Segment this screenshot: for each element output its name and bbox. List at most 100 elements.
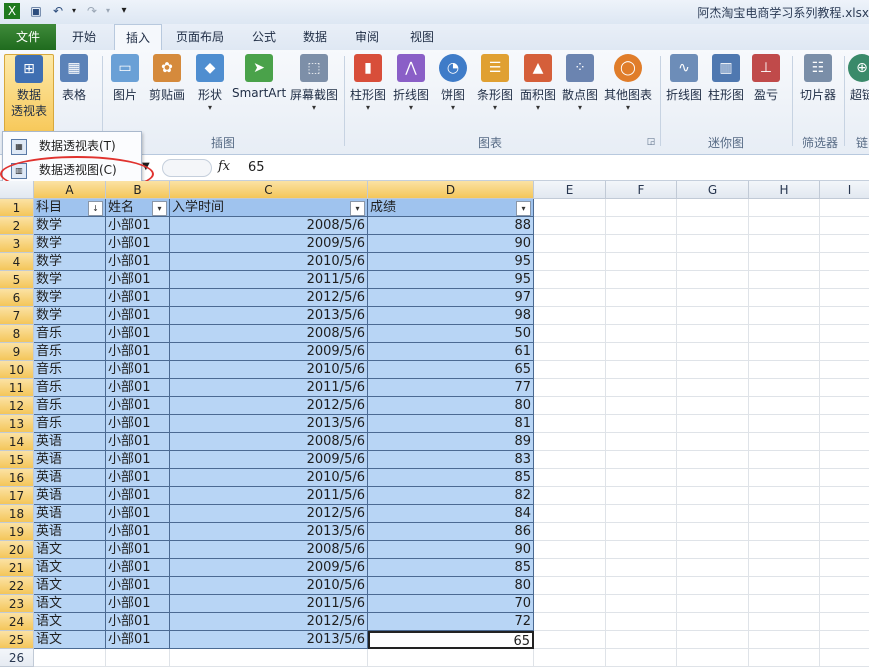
empty-cell[interactable] (534, 199, 606, 217)
pie-chart-button[interactable]: ◔ 饼图 ▾ (436, 54, 470, 113)
empty-cell[interactable] (820, 631, 869, 649)
row-header[interactable]: 26 (0, 649, 34, 667)
table-cell[interactable]: 数学 (34, 271, 106, 289)
table-cell[interactable]: 65 (368, 361, 534, 379)
tab-1[interactable]: 开始 (60, 24, 108, 50)
empty-cell[interactable] (820, 559, 869, 577)
empty-cell[interactable] (749, 199, 820, 217)
table-cell[interactable]: 数学 (34, 217, 106, 235)
empty-cell[interactable] (606, 379, 677, 397)
empty-cell[interactable] (534, 415, 606, 433)
empty-cell[interactable] (677, 433, 749, 451)
table-cell[interactable]: 2010/5/6 (170, 469, 368, 487)
table-cell[interactable]: 小部01 (106, 613, 170, 631)
table-cell[interactable]: 音乐 (34, 397, 106, 415)
empty-cell[interactable] (677, 577, 749, 595)
table-cell[interactable]: 50 (368, 325, 534, 343)
empty-cell[interactable] (677, 541, 749, 559)
empty-cell[interactable] (170, 649, 368, 667)
table-cell[interactable]: 2011/5/6 (170, 487, 368, 505)
empty-cell[interactable] (534, 577, 606, 595)
select-all-corner[interactable] (0, 181, 34, 199)
empty-cell[interactable] (534, 631, 606, 649)
table-cell[interactable]: 小部01 (106, 487, 170, 505)
table-cell[interactable]: 小部01 (106, 397, 170, 415)
empty-cell[interactable] (534, 469, 606, 487)
empty-cell[interactable] (749, 505, 820, 523)
empty-cell[interactable] (106, 649, 170, 667)
save-icon[interactable]: ▣ (28, 3, 44, 19)
table-cell[interactable]: 英语 (34, 451, 106, 469)
table-cell[interactable]: 2009/5/6 (170, 559, 368, 577)
tab-0[interactable]: 文件 (0, 24, 56, 50)
table-cell[interactable]: 数学 (34, 307, 106, 325)
empty-cell[interactable] (534, 487, 606, 505)
table-cell[interactable]: 2010/5/6 (170, 253, 368, 271)
empty-cell[interactable] (34, 649, 106, 667)
table-cell[interactable]: 77 (368, 379, 534, 397)
empty-cell[interactable] (677, 613, 749, 631)
table-cell[interactable]: 英语 (34, 469, 106, 487)
table-cell[interactable]: 80 (368, 577, 534, 595)
empty-cell[interactable] (606, 577, 677, 595)
header-cell[interactable]: 姓名 ▾ (106, 199, 170, 217)
table-cell[interactable]: 84 (368, 505, 534, 523)
empty-cell[interactable] (534, 559, 606, 577)
column-header-F[interactable]: F (606, 181, 677, 199)
row-header[interactable]: 7 (0, 307, 34, 325)
empty-cell[interactable] (749, 433, 820, 451)
redo-dropdown-icon[interactable]: ▾ (100, 3, 116, 19)
empty-cell[interactable] (677, 415, 749, 433)
table-cell[interactable]: 小部01 (106, 433, 170, 451)
empty-cell[interactable] (677, 343, 749, 361)
row-header[interactable]: 2 (0, 217, 34, 235)
table-cell[interactable]: 2012/5/6 (170, 289, 368, 307)
row-header[interactable]: 11 (0, 379, 34, 397)
empty-cell[interactable] (749, 343, 820, 361)
empty-cell[interactable] (534, 289, 606, 307)
row-header[interactable]: 8 (0, 325, 34, 343)
filter-dropdown-icon[interactable]: ▾ (516, 201, 531, 216)
empty-cell[interactable] (749, 559, 820, 577)
empty-cell[interactable] (820, 253, 869, 271)
table-cell[interactable]: 语文 (34, 577, 106, 595)
empty-cell[interactable] (677, 235, 749, 253)
empty-cell[interactable] (820, 415, 869, 433)
empty-cell[interactable] (534, 397, 606, 415)
table-cell[interactable]: 音乐 (34, 379, 106, 397)
table-cell[interactable]: 音乐 (34, 361, 106, 379)
row-header[interactable]: 25 (0, 631, 34, 649)
row-header[interactable]: 24 (0, 613, 34, 631)
table-cell[interactable]: 语文 (34, 595, 106, 613)
empty-cell[interactable] (820, 469, 869, 487)
empty-cell[interactable] (534, 217, 606, 235)
table-cell[interactable]: 英语 (34, 505, 106, 523)
column-header-I[interactable]: I (820, 181, 869, 199)
table-cell[interactable]: 小部01 (106, 451, 170, 469)
row-header[interactable]: 10 (0, 361, 34, 379)
table-cell[interactable]: 2012/5/6 (170, 613, 368, 631)
table-cell[interactable]: 90 (368, 235, 534, 253)
empty-cell[interactable] (677, 595, 749, 613)
column-header-C[interactable]: C (170, 181, 368, 199)
other-charts-button[interactable]: ◯ 其他图表 ▾ (602, 54, 654, 113)
scatter-chart-button[interactable]: ⁘ 散点图 ▾ (560, 54, 600, 113)
table-cell[interactable]: 2011/5/6 (170, 595, 368, 613)
empty-cell[interactable] (749, 541, 820, 559)
screenshot-button[interactable]: ⬚ 屏幕截图 ▾ (288, 54, 340, 113)
row-header[interactable]: 9 (0, 343, 34, 361)
empty-cell[interactable] (749, 325, 820, 343)
table-cell[interactable]: 70 (368, 595, 534, 613)
table-cell[interactable]: 数学 (34, 289, 106, 307)
area-chart-button[interactable]: ▲ 面积图 ▾ (518, 54, 558, 113)
table-cell[interactable]: 小部01 (106, 307, 170, 325)
table-cell[interactable]: 小部01 (106, 595, 170, 613)
tab-4[interactable]: 公式 (242, 24, 286, 50)
empty-cell[interactable] (606, 631, 677, 649)
empty-cell[interactable] (749, 397, 820, 415)
table-cell[interactable]: 小部01 (106, 271, 170, 289)
empty-cell[interactable] (534, 595, 606, 613)
tab-2[interactable]: 插入 (114, 24, 162, 52)
empty-cell[interactable] (606, 253, 677, 271)
empty-cell[interactable] (749, 289, 820, 307)
